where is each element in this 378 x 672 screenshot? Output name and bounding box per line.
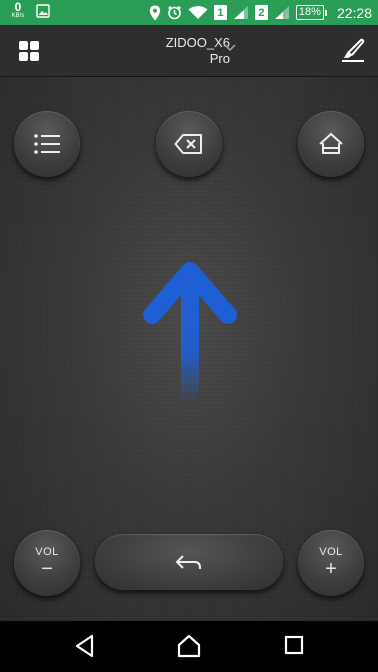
home-button[interactable] bbox=[298, 111, 364, 177]
volume-down-button[interactable]: VOL − bbox=[14, 530, 80, 596]
app-bar: ZIDOO_X6 Pro bbox=[0, 25, 378, 77]
battery-percent: 18% bbox=[295, 5, 324, 20]
sim1-badge: 1 bbox=[213, 5, 227, 20]
network-speed-unit: KB/s bbox=[11, 13, 25, 19]
volume-down-label: VOL bbox=[35, 546, 59, 558]
device-model: Pro bbox=[209, 51, 230, 66]
apps-grid-icon[interactable] bbox=[18, 40, 40, 62]
network-speed-value: 0 bbox=[14, 0, 22, 14]
network-speed: 0 KB/s bbox=[8, 1, 28, 19]
signal-strength-icon bbox=[274, 6, 289, 19]
minus-icon: − bbox=[41, 558, 53, 580]
chevron-down-icon[interactable] bbox=[224, 44, 236, 52]
back-button[interactable] bbox=[95, 534, 283, 590]
alarm-icon bbox=[167, 5, 181, 20]
signal-strength-icon bbox=[233, 6, 248, 19]
volume-up-label: VOL bbox=[319, 546, 343, 558]
touch-pad[interactable]: VOL − VOL + bbox=[0, 77, 378, 621]
status-bar: 0 KB/s 1 2 18% 22:28 bbox=[0, 0, 378, 25]
sim2-badge: 2 bbox=[254, 5, 268, 20]
device-name: ZIDOO_X6 bbox=[165, 35, 230, 50]
device-selector[interactable]: ZIDOO_X6 Pro bbox=[150, 35, 230, 67]
brush-icon[interactable] bbox=[340, 37, 366, 63]
image-notification-icon bbox=[36, 4, 50, 18]
return-arrow-icon bbox=[175, 555, 201, 569]
backspace-icon bbox=[174, 134, 202, 154]
delete-button[interactable] bbox=[156, 111, 222, 177]
system-nav-bar bbox=[0, 621, 378, 672]
list-icon bbox=[34, 134, 60, 154]
wifi-icon bbox=[188, 6, 208, 19]
home-icon bbox=[319, 132, 343, 154]
status-clock: 22:28 bbox=[336, 4, 372, 21]
nav-recents-icon[interactable] bbox=[284, 634, 304, 656]
plus-icon: + bbox=[325, 558, 337, 580]
swipe-up-arrow-icon bbox=[143, 262, 237, 402]
battery-tip bbox=[324, 9, 327, 16]
battery-indicator: 18% bbox=[295, 5, 327, 20]
nav-home-icon[interactable] bbox=[177, 634, 201, 658]
menu-button[interactable] bbox=[14, 111, 80, 177]
nav-back-icon[interactable] bbox=[74, 634, 96, 658]
location-icon bbox=[149, 5, 161, 20]
volume-up-button[interactable]: VOL + bbox=[298, 530, 364, 596]
